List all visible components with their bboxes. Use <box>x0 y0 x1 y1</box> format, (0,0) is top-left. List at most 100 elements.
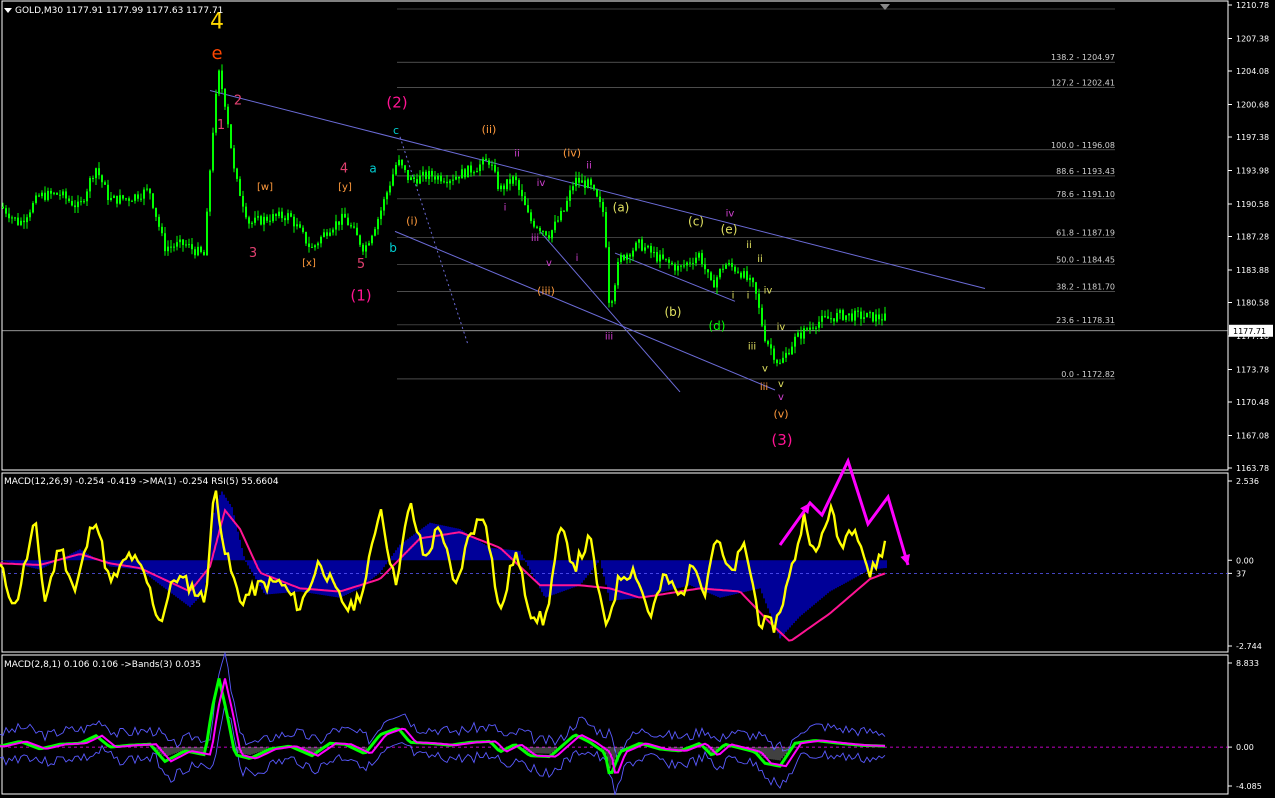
candle-body <box>596 189 598 197</box>
candle-body <box>839 310 841 313</box>
wave-label-31: (b) <box>665 305 682 319</box>
candle-body <box>341 213 343 225</box>
candle-body <box>842 310 844 320</box>
candle-body <box>710 272 712 281</box>
candle-body <box>74 205 76 208</box>
wave-label-25: iii <box>531 233 539 244</box>
wave-label-45: v <box>778 392 784 403</box>
candle-body <box>458 176 460 179</box>
candle-body <box>440 175 442 182</box>
wave-label-2: 2 <box>234 93 242 108</box>
candle-body <box>569 190 571 201</box>
candle-body <box>617 262 619 286</box>
candle-body <box>524 196 526 206</box>
wave-label-3: 1 <box>217 118 225 133</box>
candle-body <box>764 325 766 342</box>
candle-body <box>521 189 523 197</box>
candle-body <box>812 327 814 329</box>
candle-body <box>407 169 409 181</box>
candle-body <box>635 242 637 251</box>
candle-body <box>863 317 865 319</box>
price-tick-label-5: 1193.98 <box>1236 166 1269 175</box>
price-tick-label-8: 1183.88 <box>1236 266 1269 275</box>
price-tick-label-1: 1207.38 <box>1236 34 1269 43</box>
candle-body <box>581 180 583 183</box>
candle-body <box>464 169 466 178</box>
candle-body <box>92 178 94 180</box>
wave-label-22: ii <box>586 160 592 171</box>
candle-body <box>623 254 625 260</box>
candle-body <box>161 226 163 234</box>
candle-body <box>263 216 265 225</box>
candle-body <box>674 264 676 271</box>
candle-body <box>179 239 181 243</box>
wave-label-20: (3) <box>771 431 792 449</box>
candle-body <box>467 165 469 178</box>
candle-body <box>821 315 823 322</box>
fib-label-1: 127.2 - 1202.41 <box>1051 78 1115 87</box>
candle-body <box>662 254 664 259</box>
dropdown-triangle-icon[interactable] <box>4 8 12 13</box>
candle-body <box>2 206 4 209</box>
candle-body <box>413 177 415 180</box>
wave-label-40: iv <box>777 322 786 333</box>
candle-body <box>836 312 838 322</box>
candle-body <box>392 174 394 186</box>
candle-body <box>350 225 352 227</box>
wave-label-19: (v) <box>773 408 788 421</box>
wave-label-13: b <box>389 241 397 255</box>
candle-body <box>248 217 250 224</box>
candle-body <box>512 176 514 184</box>
current-price-label: 1177.71 <box>1233 327 1266 336</box>
candle-body <box>368 243 370 246</box>
candle-body <box>728 263 730 265</box>
candle-body <box>20 220 22 225</box>
candle-body <box>809 327 811 330</box>
candle-body <box>188 244 190 246</box>
candle-body <box>785 352 787 358</box>
candle-body <box>287 213 289 221</box>
candle-body <box>95 168 97 179</box>
symbol-text: GOLD,M30 1177.91 1177.99 1177.63 1177.71 <box>15 6 224 16</box>
candle-body <box>236 168 238 179</box>
candle-body <box>644 247 646 251</box>
wave-label-33: (d) <box>709 319 726 333</box>
candle-body <box>230 124 232 149</box>
candle-body <box>38 195 40 197</box>
candle-body <box>107 184 109 201</box>
candle-body <box>659 254 661 262</box>
candle-body <box>14 217 16 219</box>
candle-body <box>848 313 850 316</box>
candle-body <box>224 89 226 107</box>
candle-body <box>647 245 649 248</box>
candle-body <box>233 148 235 169</box>
candle-body <box>317 243 319 246</box>
candle-body <box>866 312 868 318</box>
candle-body <box>404 165 406 170</box>
candle-body <box>776 359 778 364</box>
candle-body <box>632 250 634 257</box>
candle-body <box>428 170 430 180</box>
candle-body <box>158 216 160 227</box>
wave-label-39: iv <box>764 285 773 296</box>
candle-body <box>770 344 772 349</box>
candle-body <box>575 177 577 187</box>
candle-body <box>380 210 382 220</box>
candle-body <box>683 265 685 267</box>
candle-body <box>641 239 643 251</box>
candle-body <box>344 213 346 218</box>
wave-label-35: ii <box>746 240 752 251</box>
fib-label-5: 61.8 - 1187.19 <box>1056 228 1115 237</box>
candle-body <box>260 216 262 225</box>
candle-body <box>818 321 820 328</box>
macd2-tick-label-2: -4.085 <box>1236 782 1262 791</box>
candle-body <box>806 328 808 330</box>
candle-body <box>557 220 559 222</box>
candle-body <box>398 159 400 166</box>
candle-body <box>689 262 691 264</box>
candle-body <box>833 318 835 322</box>
candle-body <box>104 182 106 185</box>
candle-body <box>65 191 67 199</box>
price-tick-label-13: 1167.08 <box>1236 431 1269 440</box>
candle-body <box>491 164 493 166</box>
